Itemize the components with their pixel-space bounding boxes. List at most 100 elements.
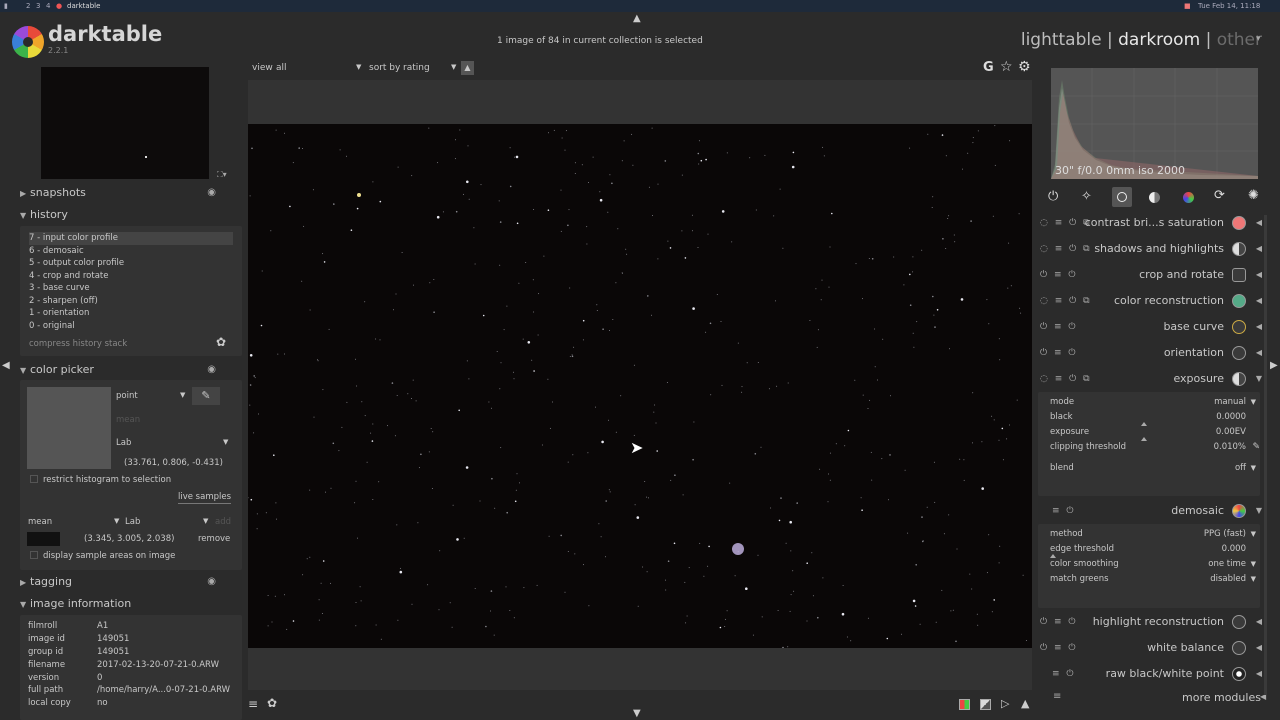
expand-arrow-icon[interactable]: ◀ [1256, 210, 1262, 236]
workspace-3[interactable]: 3 [36, 0, 40, 12]
add-sample-button[interactable]: add [215, 516, 231, 528]
picker-stat-select[interactable]: mean [116, 414, 140, 426]
favorites-icon[interactable]: ✧ [1081, 189, 1092, 204]
expand-arrow-icon[interactable]: ◀ [1256, 635, 1262, 661]
style-icon[interactable]: ✿ [267, 696, 277, 710]
chevron-down-icon[interactable]: ▼ [114, 517, 119, 525]
workspace-icon[interactable]: ▮ [4, 0, 8, 12]
tone-group-icon[interactable] [1149, 192, 1160, 203]
module-demosaic[interactable]: ≡ ⏻ demosaic ▼ [1038, 498, 1266, 524]
blend-select[interactable]: blend off ▼ [1050, 461, 1256, 476]
remove-sample-button[interactable]: remove [198, 533, 230, 545]
gear-icon[interactable]: ⚙ [1018, 59, 1031, 75]
demosaic-method-select[interactable]: method PPG (fast) ▼ [1050, 527, 1256, 542]
exposure-mode-select[interactable]: mode manual ▼ [1050, 395, 1256, 410]
color-group-icon[interactable] [1183, 192, 1194, 203]
history-item[interactable]: 2 - sharpen (off) [29, 295, 233, 308]
navigation-thumbnail[interactable] [41, 67, 209, 179]
image-information-header[interactable]: ▼ image information [20, 594, 242, 614]
view-menu-icon[interactable]: ▾ [1256, 34, 1261, 44]
sort-order-button[interactable]: ▲ [461, 61, 474, 75]
chevron-down-icon[interactable]: ▼ [451, 63, 456, 71]
history-item[interactable]: 1 - orientation [29, 307, 233, 320]
sample-stat-select[interactable]: mean [28, 516, 52, 528]
edge-threshold-slider[interactable]: edge threshold 0.000 [1050, 542, 1256, 558]
module-color-reconstruction[interactable]: ◌ ≡ ⏻ ⧉ color reconstruction ◀ [1038, 288, 1266, 314]
menu-icon[interactable]: ≡ [248, 697, 258, 711]
expand-arrow-icon[interactable]: ◀ [1256, 609, 1262, 635]
warning-icon[interactable]: ▲ [1021, 697, 1029, 710]
display-areas-checkbox[interactable] [30, 551, 38, 559]
softproof-icon[interactable] [959, 699, 970, 710]
exposure-clipping-slider[interactable]: clipping threshold 0.010% ✎ [1050, 440, 1260, 455]
picker-eyedropper-button[interactable]: ✎ [192, 387, 220, 405]
restrict-checkbox[interactable] [30, 475, 38, 483]
module-shadows-and-highlights[interactable]: ◌ ≡ ⏻ ⧉ shadows and highlights ◀ [1038, 236, 1266, 262]
histogram[interactable]: 30" f/0.0 0mm iso 2000 [1051, 68, 1258, 179]
chevron-down-icon[interactable]: ▼ [356, 63, 361, 71]
picker-mode-select[interactable]: point [116, 390, 138, 402]
color-smoothing-select[interactable]: color smoothing one time ▼ [1050, 557, 1256, 572]
match-greens-select[interactable]: match greens disabled ▼ [1050, 572, 1256, 587]
gamut-check-icon[interactable] [980, 699, 991, 710]
history-item[interactable]: 5 - output color profile [29, 257, 233, 270]
sample-space-select[interactable]: Lab [125, 516, 140, 528]
exposure-exposure-slider[interactable]: exposure 0.00EV [1050, 425, 1256, 441]
module-controls[interactable]: ≡ ⏻ [1052, 498, 1076, 524]
snapshots-header[interactable]: ▶ snapshots ◉ [20, 183, 242, 203]
tagging-header[interactable]: ▶ tagging ◉ [20, 572, 242, 592]
module-orientation[interactable]: ⏻ ≡ ⏻ orientation ◀ [1038, 340, 1266, 366]
module-crop-and-rotate[interactable]: ⏻ ≡ ⏻ crop and rotate ◀ [1038, 262, 1266, 288]
eyedropper-icon[interactable]: ✎ [1252, 440, 1260, 455]
chevron-down-icon[interactable]: ▼ [203, 517, 208, 525]
history-item[interactable]: 4 - crop and rotate [29, 270, 233, 283]
zoom-icon[interactable]: ⛶▾ [217, 170, 227, 180]
workspace-2[interactable]: 2 [26, 0, 30, 12]
view-lighttable[interactable]: lighttable [1021, 30, 1102, 50]
chevron-down-icon[interactable]: ▼ [223, 438, 228, 446]
grouping-button[interactable]: G [983, 60, 994, 75]
collapse-arrow-icon[interactable]: ▼ [1256, 498, 1262, 524]
module-controls[interactable]: ◌ ≡ ⏻ ⧉ [1040, 288, 1092, 314]
menu-icon[interactable]: ≡ [1053, 691, 1061, 702]
expand-arrow-icon[interactable]: ◀ [1256, 288, 1262, 314]
workspace-4[interactable]: 4 [46, 0, 50, 12]
main-image-canvas[interactable] [248, 124, 1032, 648]
module-highlight-reconstruction[interactable]: ⏻ ≡ ⏻ highlight reconstruction ◀ [1038, 609, 1266, 635]
history-item[interactable]: 7 - input color profile [29, 232, 233, 245]
module-base-curve[interactable]: ⏻ ≡ ⏻ base curve ◀ [1038, 314, 1266, 340]
module-controls[interactable]: ◌ ≡ ⏻ ⧉ [1040, 236, 1092, 262]
collapse-bottom-arrow-icon[interactable]: ▼ [633, 708, 641, 719]
reset-icon[interactable]: ◉ [207, 572, 216, 592]
module-raw-black-white-point[interactable]: ≡ ⏻ raw black/white point ◀ [1038, 661, 1266, 687]
history-header[interactable]: ▼ history [20, 205, 242, 225]
view-darkroom[interactable]: darkroom [1118, 30, 1200, 50]
power-icon[interactable]: ⏻ [1048, 189, 1058, 204]
collapse-right-arrow-icon[interactable]: ▶ [1270, 360, 1278, 371]
correction-group-icon[interactable]: ⟳ [1214, 188, 1225, 203]
collapse-top-arrow-icon[interactable]: ▲ [633, 13, 641, 24]
history-item[interactable]: 3 - base curve [29, 282, 233, 295]
history-item[interactable]: 0 - original [29, 320, 233, 333]
taskbar-app-label[interactable]: darktable [67, 0, 100, 12]
module-controls[interactable]: ⏻ ≡ ⏻ [1040, 340, 1078, 366]
collapse-arrow-icon[interactable]: ▼ [1256, 366, 1262, 392]
more-modules-button[interactable]: more modules [1182, 691, 1261, 704]
module-controls[interactable]: ⏻ ≡ ⏻ [1040, 262, 1078, 288]
expand-arrow-icon[interactable]: ◀ [1256, 314, 1262, 340]
reset-icon[interactable]: ◉ [207, 360, 216, 380]
expand-arrow-icon[interactable]: ◀ [1256, 262, 1262, 288]
module-exposure[interactable]: ◌ ≡ ⏻ ⧉ exposure ▼ [1038, 366, 1266, 392]
scrollbar[interactable] [1264, 215, 1267, 695]
reset-icon[interactable]: ◉ [207, 183, 216, 203]
expand-arrow-icon[interactable]: ◀ [1256, 340, 1262, 366]
module-controls[interactable]: ≡ ⏻ [1052, 661, 1076, 687]
effects-group-icon[interactable]: ✺ [1248, 188, 1259, 203]
module-controls[interactable]: ⏻ ≡ ⏻ [1040, 635, 1078, 661]
history-item[interactable]: 6 - demosaic [29, 245, 233, 258]
sort-value[interactable]: rating [403, 63, 430, 73]
compress-history-button[interactable]: compress history stack [29, 338, 127, 350]
module-controls[interactable]: ⏻ ≡ ⏻ [1040, 314, 1078, 340]
chevron-down-icon[interactable]: ▼ [180, 391, 185, 399]
expand-arrow-icon[interactable]: ◀ [1256, 661, 1262, 687]
